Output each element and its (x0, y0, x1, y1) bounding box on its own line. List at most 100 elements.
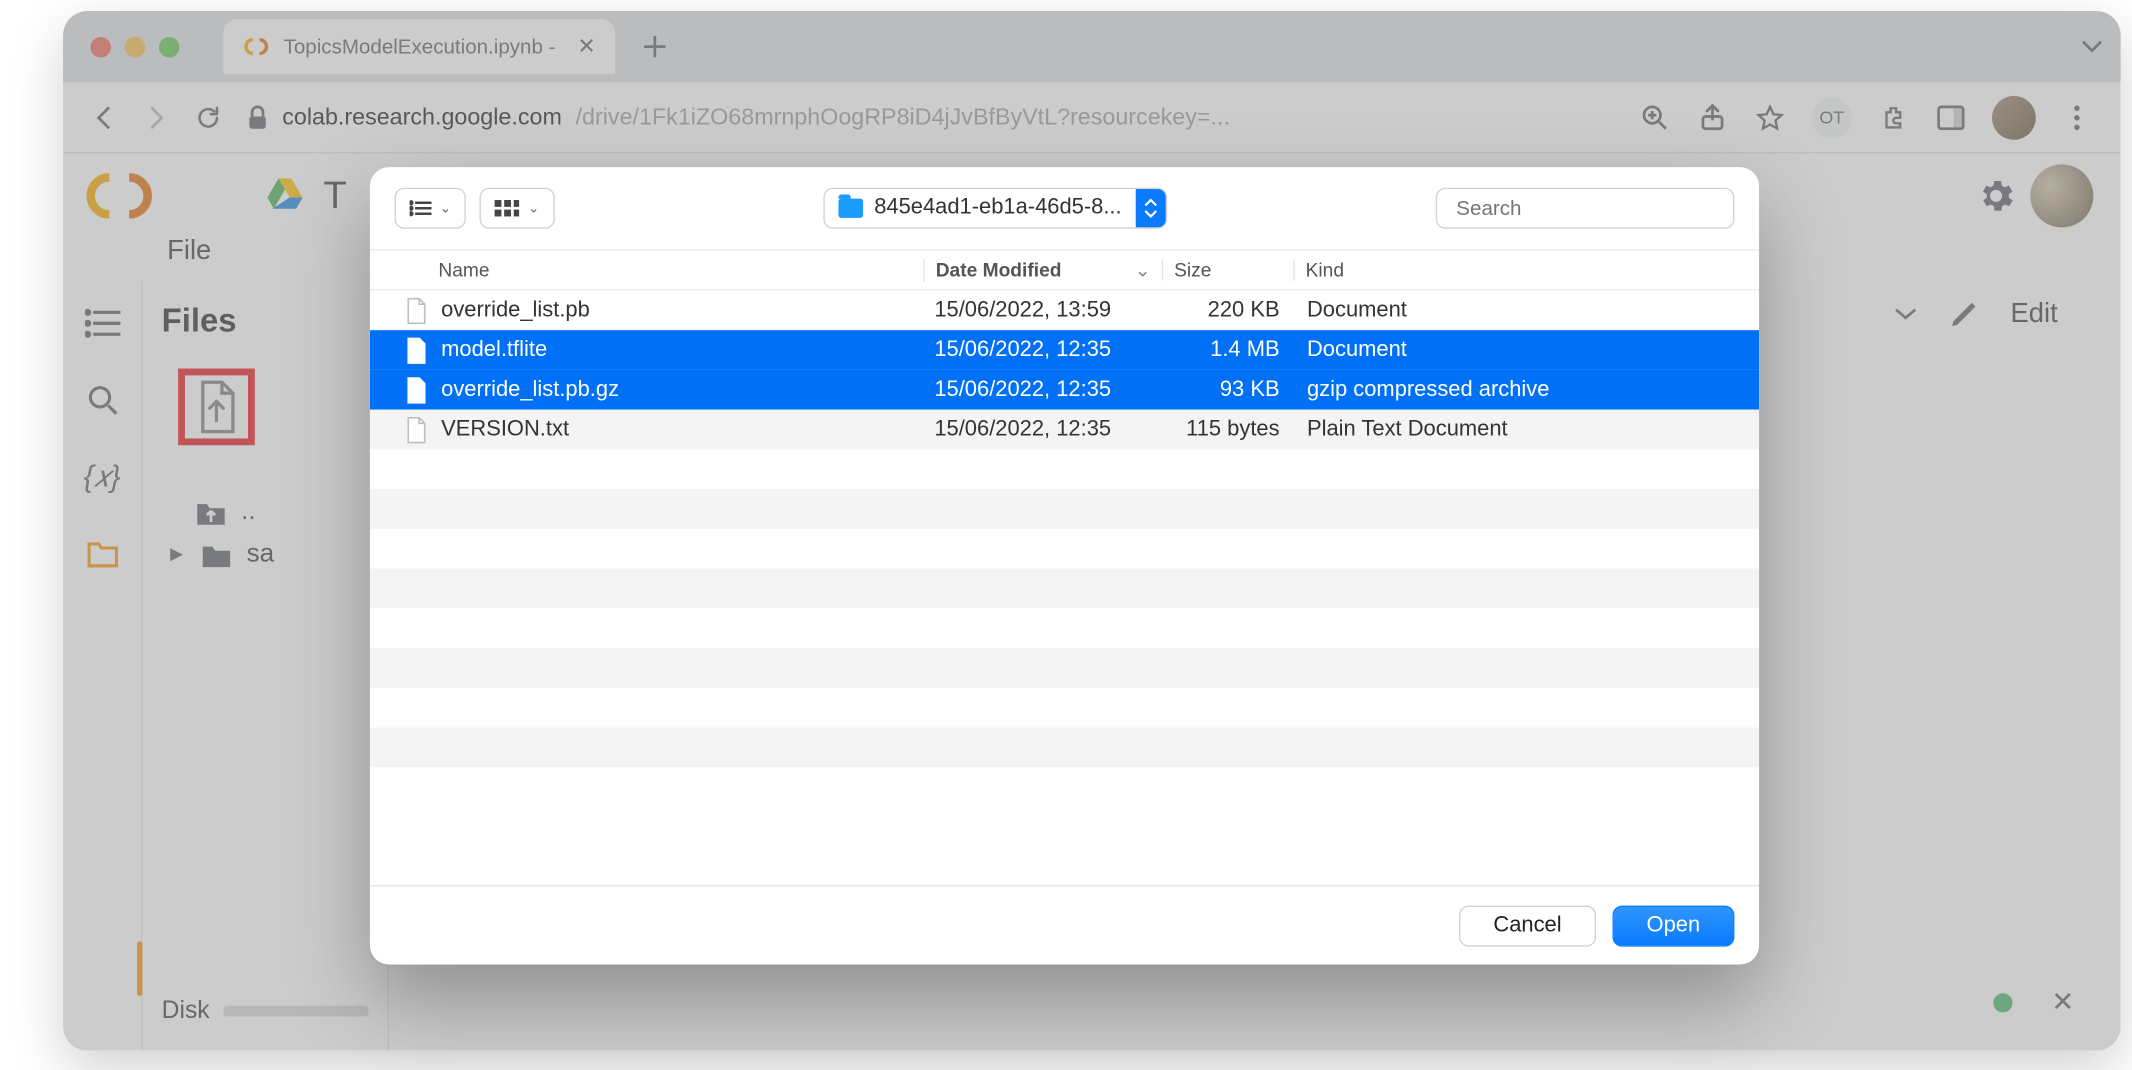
file-kind: Plain Text Document (1293, 417, 1751, 442)
fullscreen-window-button[interactable] (159, 36, 180, 57)
left-rail: {𝑥} (63, 281, 142, 1051)
file-tree: .. ▸ sa (153, 492, 376, 576)
url-path: /drive/1Fk1iZO68mrnphOogRP8iD4jJvBfByVtL… (576, 103, 1230, 130)
sidepanel-icon[interactable] (1934, 101, 1967, 134)
edit-label[interactable]: Edit (2011, 298, 2058, 330)
file-row-empty (370, 449, 1759, 489)
user-avatar[interactable] (1992, 95, 2036, 139)
close-window-button[interactable] (90, 36, 111, 57)
file-row-empty (370, 727, 1759, 767)
file-name: override_list.pb.gz (441, 377, 619, 402)
file-date: 15/06/2022, 13:59 (923, 298, 1161, 323)
file-row[interactable]: model.tflite 15/06/2022, 12:351.4 MBDocum… (370, 330, 1759, 370)
minimize-window-button[interactable] (125, 36, 146, 57)
lock-icon (247, 105, 269, 130)
close-panel-icon[interactable]: ✕ (2051, 985, 2074, 1019)
doc-title[interactable]: T (323, 174, 346, 218)
colab-icon (242, 33, 269, 60)
files-tab-icon[interactable] (84, 536, 120, 572)
file-row-empty (370, 688, 1759, 728)
sort-desc-icon: ⌄ (1135, 258, 1162, 281)
file-row[interactable]: override_list.pb 15/06/2022, 13:59220 KBD… (370, 290, 1759, 330)
expander-icon[interactable]: ▸ (167, 538, 186, 570)
browser-tab[interactable]: TopicsModelExecution.ipynb - ✕ (223, 19, 615, 74)
settings-icon[interactable] (1976, 175, 2017, 216)
file-icon (406, 336, 428, 363)
profile-badge[interactable]: OT (1811, 97, 1852, 138)
file-row-empty (370, 648, 1759, 688)
account-avatar[interactable] (2030, 164, 2093, 227)
disk-usage: Disk (153, 982, 376, 1038)
overflow-menu-icon[interactable] (2060, 101, 2093, 134)
header-size[interactable]: Size (1162, 259, 1294, 281)
file-date: 15/06/2022, 12:35 (923, 417, 1161, 442)
search-input[interactable] (1456, 197, 1729, 220)
file-list: override_list.pb15/06/2022, 13:59220 KBD… (370, 290, 1759, 885)
header-date[interactable]: Date Modified ⌄ (923, 258, 1161, 281)
dialog-buttons: Cancel Open (370, 885, 1759, 964)
close-tab-icon[interactable]: ✕ (577, 33, 595, 60)
file-date: 15/06/2022, 12:35 (923, 338, 1161, 363)
file-size: 1.4 MB (1162, 338, 1294, 363)
upload-file-button[interactable] (178, 369, 255, 446)
zoom-icon[interactable] (1639, 101, 1672, 134)
bookmark-icon[interactable] (1754, 101, 1787, 134)
variables-icon[interactable]: {𝑥} (84, 459, 120, 495)
toc-icon[interactable] (84, 306, 120, 342)
kernel-status-icon (1994, 993, 2013, 1012)
open-button[interactable]: Open (1612, 905, 1734, 946)
file-kind: Document (1293, 298, 1751, 323)
file-name: VERSION.txt (441, 417, 569, 442)
list-view-button[interactable]: ⌄ (395, 188, 467, 229)
search-field[interactable] (1436, 188, 1735, 229)
chevron-down-icon: ⌄ (440, 201, 451, 216)
extensions-icon[interactable] (1877, 101, 1910, 134)
file-icon (406, 416, 428, 443)
nav-back-button[interactable] (90, 103, 117, 130)
file-row[interactable]: override_list.pb.gz15/06/2022, 12:3593 K… (370, 370, 1759, 410)
file-icon (406, 376, 428, 403)
file-row-empty (370, 489, 1759, 529)
edit-icon[interactable] (1947, 297, 1980, 330)
file-row-empty (370, 608, 1759, 648)
files-sidebar: Files .. ▸ sa (142, 281, 389, 1051)
file-open-dialog: ⌄ ⌄ 845e4ad1-eb1a-46d5-8... (370, 167, 1759, 964)
folder-row[interactable]: ▸ sa (153, 533, 376, 575)
file-size: 220 KB (1162, 298, 1294, 323)
file-row[interactable]: VERSION.txt 15/06/2022, 12:35115 bytesPla… (370, 410, 1759, 450)
search-icon[interactable] (84, 382, 120, 418)
folder-icon (839, 199, 864, 218)
files-sidebar-title: Files (162, 303, 377, 341)
tabs-dropdown-icon[interactable] (2080, 34, 2105, 59)
drive-icon (266, 177, 304, 215)
browser-toolbar: colab.research.google.com/drive/1Fk1iZO6… (63, 82, 2121, 153)
colab-logo-icon (82, 169, 156, 224)
current-folder-name: 845e4ad1-eb1a-46d5-8... (874, 196, 1121, 221)
disk-label: Disk (162, 996, 210, 1025)
file-kind: gzip compressed archive (1293, 377, 1751, 402)
file-row-empty (370, 569, 1759, 609)
group-button[interactable]: ⌄ (480, 188, 555, 229)
traffic-lights (90, 36, 179, 57)
nav-forward-button[interactable] (142, 103, 169, 130)
tab-strip: TopicsModelExecution.ipynb - ✕ (63, 11, 2121, 82)
file-kind: Document (1293, 338, 1751, 363)
folder-label: sa (247, 539, 275, 569)
file-size: 93 KB (1162, 377, 1294, 402)
dropdown-chevron-icon[interactable] (1893, 307, 1918, 321)
header-name[interactable]: Name (378, 259, 923, 281)
file-size: 115 bytes (1162, 417, 1294, 442)
nav-reload-button[interactable] (195, 103, 222, 130)
new-tab-button[interactable] (634, 26, 675, 67)
file-name: override_list.pb (441, 298, 590, 323)
cancel-button[interactable]: Cancel (1459, 905, 1596, 946)
chevron-down-icon: ⌄ (528, 201, 539, 216)
folder-history-button[interactable] (1135, 189, 1165, 227)
file-name: model.tflite (441, 338, 547, 363)
share-icon[interactable] (1696, 101, 1729, 134)
parent-folder-row[interactable]: .. (153, 492, 376, 533)
disk-bar (223, 1005, 368, 1016)
url-bar[interactable]: colab.research.google.com/drive/1Fk1iZO6… (247, 103, 1614, 130)
header-kind[interactable]: Kind (1293, 259, 1751, 281)
current-folder-button[interactable]: 845e4ad1-eb1a-46d5-8... (823, 188, 1166, 229)
